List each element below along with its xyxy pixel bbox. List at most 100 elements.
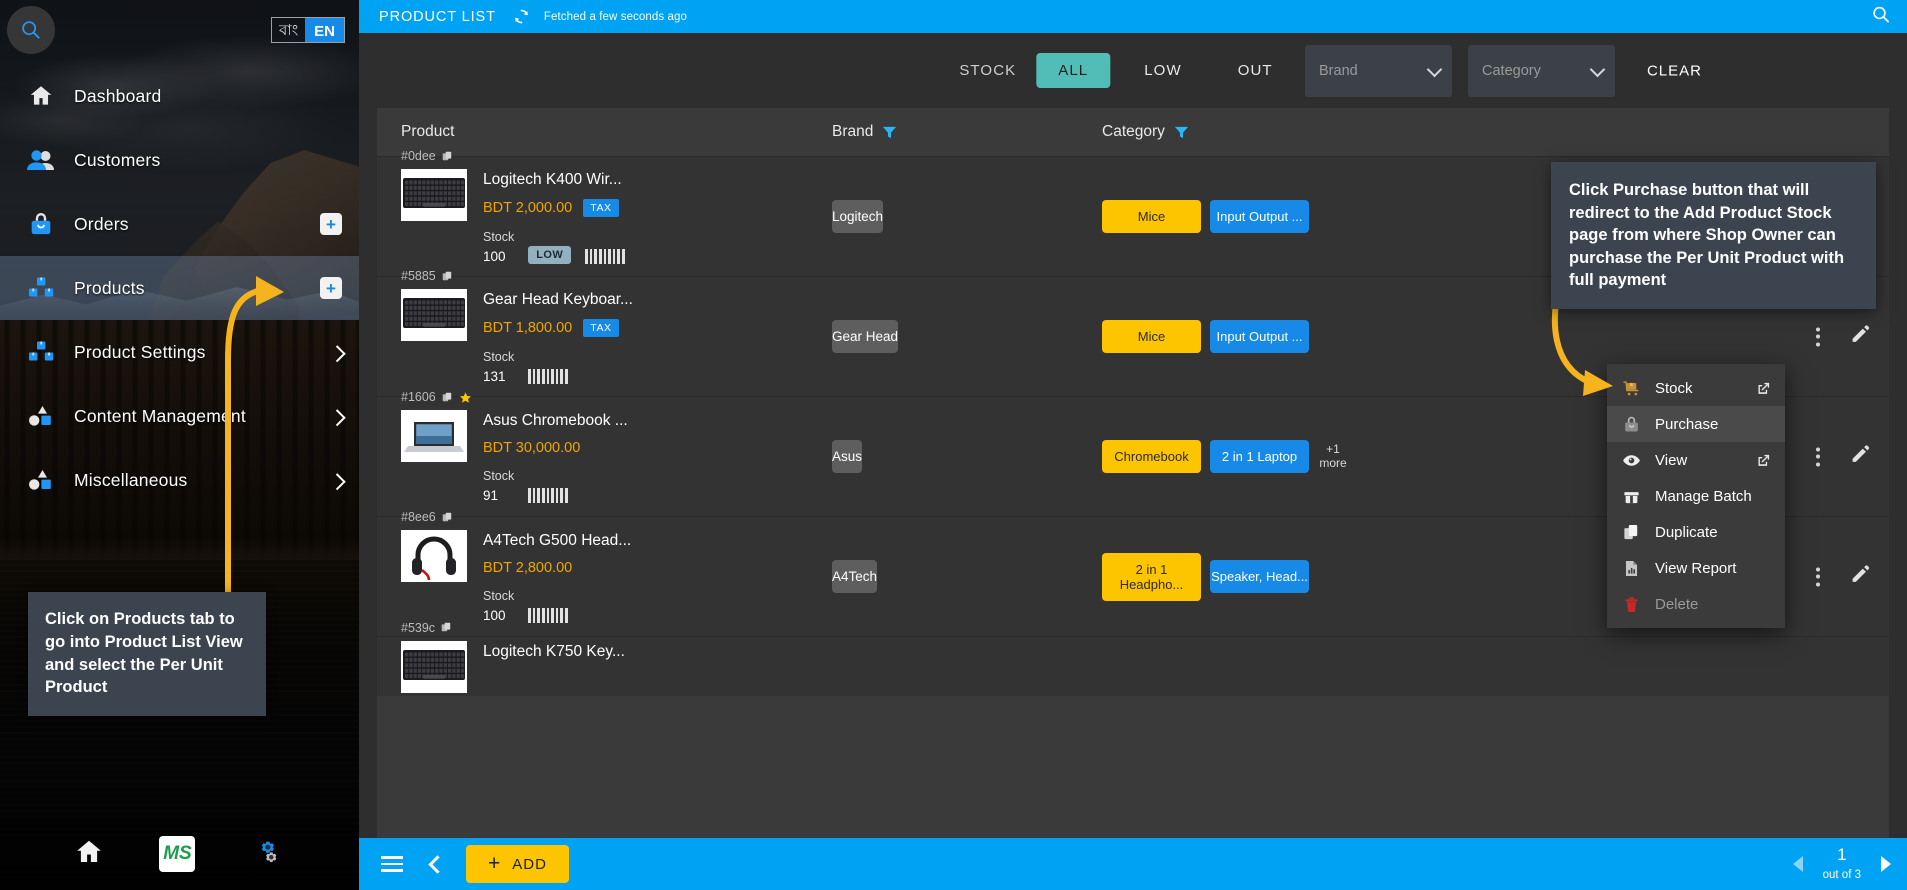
context-menu-item-manage-batch[interactable]: Manage Batch — [1607, 478, 1785, 514]
copy-icon[interactable] — [442, 151, 453, 162]
sidebar-item-miscellaneous[interactable]: Miscellaneous — [0, 448, 359, 512]
copy-icon[interactable] — [442, 392, 453, 403]
stock-value: 91 — [483, 488, 499, 503]
product-name[interactable]: Asus Chromebook ... — [483, 412, 628, 430]
category-filter-dropdown[interactable]: Category — [1468, 45, 1615, 97]
category-chip-secondary[interactable]: 2 in 1 Laptop — [1210, 440, 1309, 473]
language-switcher[interactable]: বাং EN — [271, 17, 345, 43]
category-chip-secondary[interactable]: Speaker, Head... — [1210, 560, 1309, 593]
add-order-button[interactable]: + — [320, 213, 342, 235]
category-chip-secondary[interactable]: Input Output ... — [1210, 200, 1309, 233]
product-id[interactable]: #1606 — [401, 390, 472, 404]
home-button[interactable] — [74, 837, 104, 872]
chevron-right-icon[interactable] — [328, 345, 346, 363]
sidebar-item-label: Products — [74, 277, 145, 298]
hamburger-icon[interactable] — [377, 852, 407, 876]
row-context-menu: Stock Purchase View Manage Batch Duplica… — [1607, 364, 1785, 628]
product-thumbnail[interactable] — [401, 640, 467, 693]
category-chip-primary[interactable]: Mice — [1102, 320, 1201, 353]
context-menu-item-purchase[interactable]: Purchase — [1607, 406, 1785, 442]
product-id[interactable]: #8ee6 — [401, 510, 453, 524]
more-categories-label[interactable]: +1 more — [1318, 442, 1348, 471]
sidebar-item-dashboard[interactable]: Dashboard — [0, 64, 359, 128]
app-logo[interactable]: MS — [159, 836, 196, 872]
product-thumbnail[interactable] — [401, 530, 467, 582]
sidebar-item-customers[interactable]: Customers — [0, 128, 359, 192]
category-chip-primary[interactable]: Mice — [1102, 200, 1201, 233]
row-menu-button[interactable] — [1812, 443, 1824, 470]
product-cell: #1606 Asus Chromebook ... BDT 30,000.00 … — [377, 390, 832, 503]
row-menu-button[interactable] — [1812, 323, 1824, 350]
product-name[interactable]: Logitech K400 Wir... — [483, 171, 625, 189]
product-cell: #5885 Gear Head Keyboar... BDT 1,800.00 … — [377, 269, 832, 384]
sidebar-item-orders[interactable]: Orders + — [0, 192, 359, 256]
barcode-icon[interactable] — [585, 249, 626, 264]
product-name[interactable]: Logitech K750 Key... — [483, 643, 625, 661]
sidebar-item-product-settings[interactable]: Product Settings — [0, 320, 359, 384]
category-chip-primary[interactable]: Chromebook — [1102, 440, 1201, 473]
sidebar-search-button[interactable] — [7, 6, 55, 54]
chevron-right-icon[interactable] — [328, 473, 346, 491]
settings-button[interactable] — [251, 837, 285, 872]
stock-filter-all[interactable]: ALL — [1036, 52, 1111, 88]
favorite-star-icon[interactable] — [459, 391, 472, 404]
sidebar-item-label: Miscellaneous — [74, 469, 188, 490]
clear-filters-button[interactable]: CLEAR — [1647, 62, 1702, 79]
add-button[interactable]: + ADD — [466, 845, 569, 883]
chevron-left-icon[interactable] — [428, 854, 447, 874]
product-name[interactable]: A4Tech G500 Head... — [483, 532, 631, 550]
filter-funnel-icon[interactable] — [882, 125, 897, 140]
context-menu-item-duplicate[interactable]: Duplicate — [1607, 514, 1785, 550]
brand-chip[interactable]: Gear Head — [832, 319, 899, 353]
top-search-button[interactable] — [1871, 4, 1891, 29]
sidebar-item-content-management[interactable]: Content Management — [0, 384, 359, 448]
context-menu-item-delete[interactable]: Delete — [1607, 586, 1785, 622]
row-menu-button[interactable] — [1812, 563, 1824, 590]
copy-icon[interactable] — [442, 271, 453, 282]
fetched-status: Fetched a few seconds ago — [543, 10, 688, 23]
filter-funnel-icon[interactable] — [1174, 125, 1189, 140]
edit-product-button[interactable] — [1850, 444, 1871, 470]
barcode-icon[interactable] — [528, 608, 569, 623]
pagination-prev-button[interactable] — [1792, 856, 1803, 872]
copy-icon[interactable] — [441, 622, 452, 633]
table-row[interactable]: #539c Logitech K750 Key... — [377, 621, 1889, 696]
barcode-icon[interactable] — [528, 369, 569, 384]
category-chip-primary[interactable]: 2 in 1 Headpho... — [1102, 552, 1201, 601]
context-menu-item-stock[interactable]: Stock — [1607, 370, 1785, 406]
refresh-button[interactable] — [512, 7, 531, 26]
report-chart-icon — [1621, 558, 1641, 578]
brand-chip[interactable]: A4Tech — [832, 559, 878, 593]
lang-option-english[interactable]: EN — [305, 18, 344, 42]
product-price-line: BDT 2,000.00 TAX — [483, 199, 625, 217]
copy-icon[interactable] — [442, 512, 453, 523]
brand-filter-dropdown[interactable]: Brand — [1305, 45, 1452, 97]
brand-chip[interactable]: Asus — [832, 439, 863, 473]
eye-icon — [1621, 450, 1641, 470]
barcode-icon[interactable] — [528, 488, 569, 503]
product-thumbnail[interactable] — [401, 169, 467, 221]
stock-filter-low[interactable]: LOW — [1122, 53, 1203, 88]
sidebar-item-products[interactable]: Products + — [0, 256, 359, 320]
add-product-button[interactable]: + — [320, 277, 342, 299]
lang-option-bangla[interactable]: বাং — [272, 18, 305, 42]
product-id[interactable]: #539c — [401, 621, 452, 635]
pagination: 1 out of 3 — [1792, 845, 1907, 883]
product-id[interactable]: #5885 — [401, 269, 453, 283]
edit-product-button[interactable] — [1850, 324, 1871, 350]
context-menu-item-label: View — [1655, 451, 1688, 469]
brand-chip[interactable]: Logitech — [832, 199, 884, 233]
product-thumbnail[interactable] — [401, 410, 467, 462]
edit-product-button[interactable] — [1850, 564, 1871, 590]
product-thumbnail[interactable] — [401, 289, 467, 341]
product-id[interactable]: #0dee — [401, 149, 453, 163]
context-menu-item-view[interactable]: View — [1607, 442, 1785, 478]
chevron-right-icon[interactable] — [328, 409, 346, 427]
category-chip-secondary[interactable]: Input Output ... — [1210, 320, 1309, 353]
product-info: Logitech K400 Wir... BDT 2,000.00 TAX St… — [483, 169, 626, 264]
pagination-next-button[interactable] — [1881, 856, 1891, 872]
column-header-product: Product — [401, 123, 455, 140]
product-name[interactable]: Gear Head Keyboar... — [483, 291, 633, 309]
stock-filter-out[interactable]: OUT — [1216, 53, 1295, 88]
context-menu-item-view-report[interactable]: View Report — [1607, 550, 1785, 586]
